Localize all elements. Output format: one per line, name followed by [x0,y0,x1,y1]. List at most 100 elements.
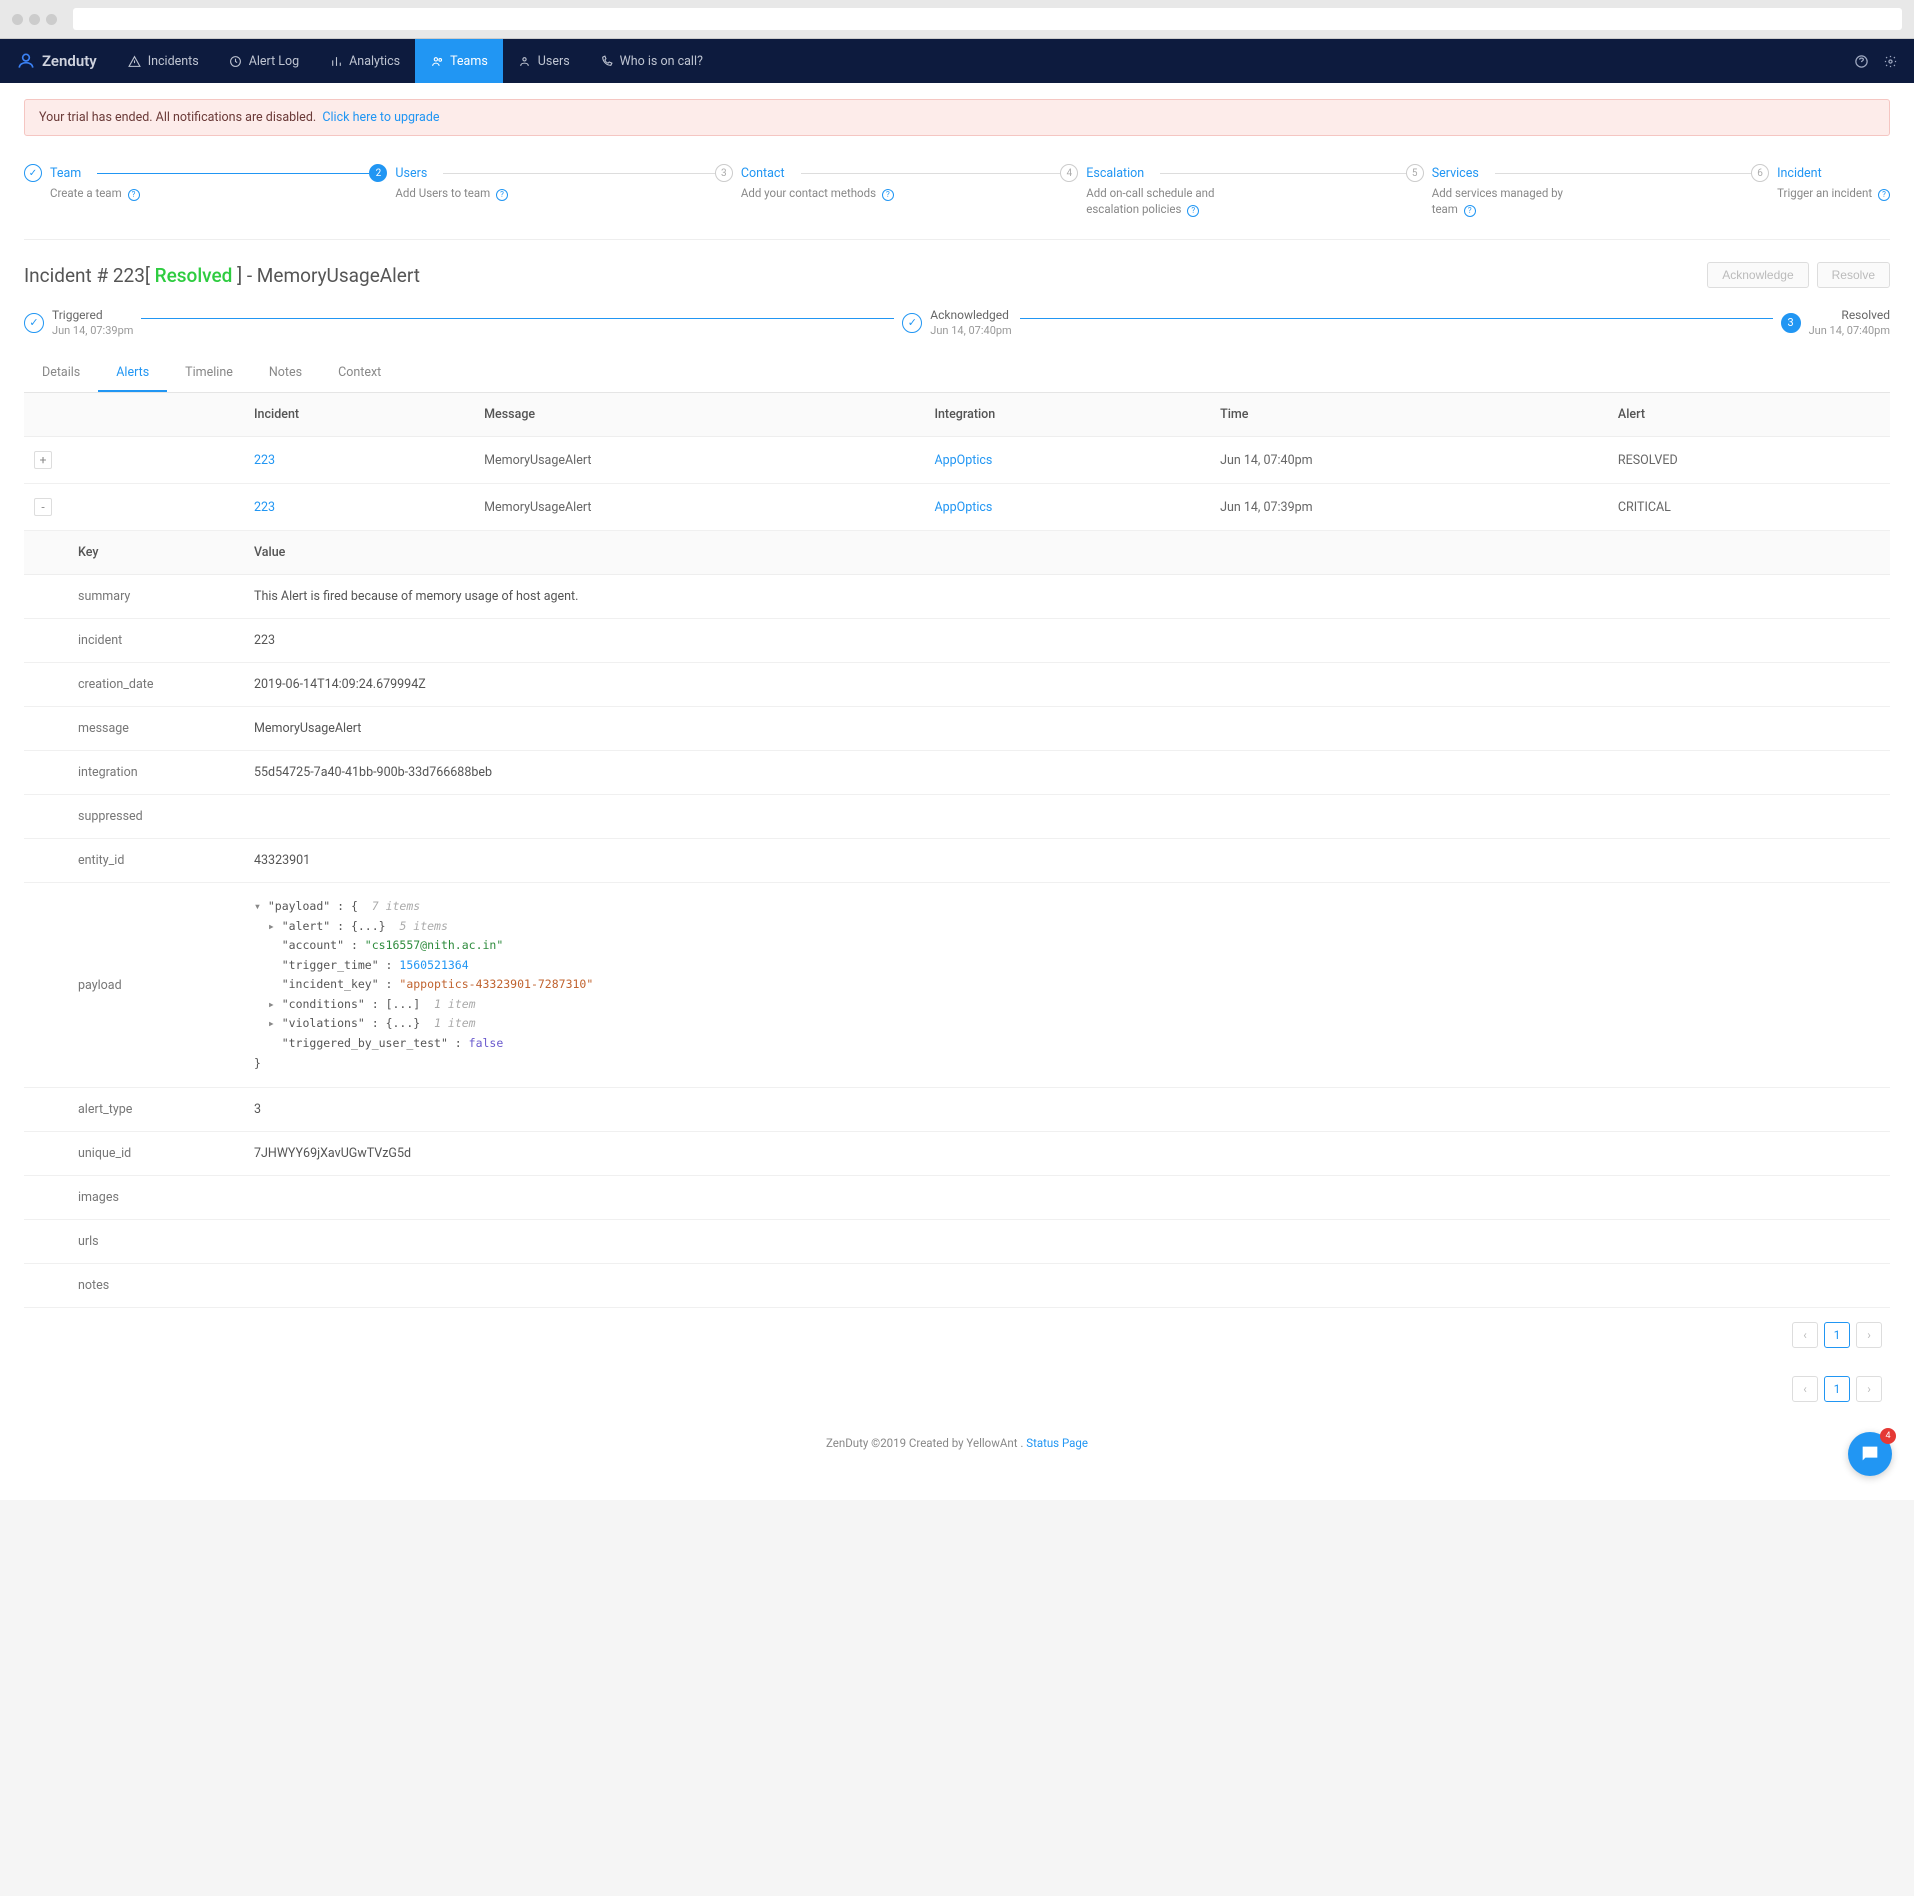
nav-incidents[interactable]: Incidents [113,39,214,83]
tab-context[interactable]: Context [320,355,399,392]
kv-row: images [24,1176,1890,1220]
tab-alerts[interactable]: Alerts [98,355,167,392]
nav-oncall[interactable]: Who is on call? [585,39,718,83]
tab-timeline[interactable]: Timeline [167,355,251,392]
kv-row: creation_date2019-06-14T14:09:24.679994Z [24,663,1890,707]
prev-page-button[interactable]: ‹ [1792,1376,1818,1402]
warning-icon [128,54,142,68]
onboard-incident[interactable]: 6Incident Trigger an incident ? [1751,164,1890,201]
help-icon[interactable]: ? [128,189,140,201]
users-icon [430,54,444,68]
clock-icon [229,54,243,68]
nav-analytics[interactable]: Analytics [314,39,415,83]
bar-chart-icon [329,54,343,68]
col-integration: Integration [924,393,1210,437]
kv-row: alert_type3 [24,1088,1890,1132]
chat-icon [1859,1443,1881,1465]
kv-row: integration55d54725-7a40-41bb-900b-33d76… [24,751,1890,795]
kv-row: messageMemoryUsageAlert [24,707,1890,751]
check-icon [24,164,42,182]
tab-notes[interactable]: Notes [251,355,320,392]
col-message: Message [474,393,924,437]
footer: ZenDuty ©2019 Created by YellowAnt . Sta… [24,1416,1890,1460]
step-number: 2 [369,164,387,182]
incident-link[interactable]: 223 [254,500,275,515]
step-number: 3 [715,164,733,182]
integration-link[interactable]: AppOptics [934,500,992,515]
help-icon[interactable]: ? [1878,189,1890,201]
check-icon [902,313,922,333]
settings-icon[interactable] [1883,54,1898,69]
col-incident: Incident [244,393,474,437]
kv-row: incident223 [24,619,1890,663]
onboard-services[interactable]: 5Services Add services managed by team ? [1406,164,1751,217]
incident-link[interactable]: 223 [254,453,275,468]
browser-chrome [0,0,1914,39]
kv-row: suppressed [24,795,1890,839]
help-icon[interactable]: ? [1464,205,1476,217]
step-number: 5 [1406,164,1424,182]
col-time: Time [1210,393,1608,437]
nav-right [1854,54,1898,69]
table-row: + 223 MemoryUsageAlert AppOptics Jun 14,… [24,437,1890,484]
help-icon[interactable]: ? [882,189,894,201]
onboarding-steps: Team Create a team ? 2Users Add Users to… [24,154,1890,240]
window-dot [46,14,57,25]
kv-payload-row: payload ▾ "payload" : { 7 items ▸ "alert… [24,883,1890,1088]
tabs: Details Alerts Timeline Notes Context [24,355,1890,393]
kv-row: urls [24,1220,1890,1264]
acknowledge-button[interactable]: Acknowledge [1707,262,1808,288]
detail-header-row: Key Value [24,531,1890,575]
status-page-link[interactable]: Status Page [1026,1436,1088,1450]
upgrade-link[interactable]: Click here to upgrade [322,110,439,125]
prev-page-button[interactable]: ‹ [1792,1322,1818,1348]
check-icon [24,313,44,333]
window-dot [12,14,23,25]
step-number: 3 [1781,313,1801,333]
help-icon[interactable] [1854,54,1869,69]
phone-icon [600,54,614,68]
trial-banner: Your trial has ended. All notifications … [24,99,1890,136]
alerts-table: Incident Message Integration Time Alert … [24,393,1890,1308]
expand-button[interactable]: + [34,451,52,469]
url-bar[interactable] [73,8,1902,30]
nav-teams[interactable]: Teams [415,39,503,83]
help-icon[interactable]: ? [1187,205,1199,217]
trial-text: Your trial has ended. All notifications … [39,110,316,125]
kv-row: notes [24,1264,1890,1308]
pagination-inner: ‹ 1 › [24,1308,1890,1362]
onboard-team[interactable]: Team Create a team ? [24,164,369,201]
user-icon [518,54,532,68]
chat-button[interactable]: 4 [1848,1432,1892,1476]
logo-icon [16,51,36,71]
nav-alert-log[interactable]: Alert Log [214,39,314,83]
incident-timeline: TriggeredJun 14, 07:39pm AcknowledgedJun… [24,308,1890,337]
chat-badge: 4 [1880,1428,1896,1444]
tab-details[interactable]: Details [24,355,98,392]
col-alert: Alert [1608,393,1890,437]
page-number[interactable]: 1 [1824,1322,1850,1348]
payload-json: ▾ "payload" : { 7 items ▸ "alert" : {...… [254,897,1880,1073]
top-nav: Zenduty Incidents Alert Log Analytics Te… [0,39,1914,83]
kv-row: unique_id7JHWYY69jXavUGwTVzG5d [24,1132,1890,1176]
pagination-outer: ‹ 1 › [24,1362,1890,1416]
page-number[interactable]: 1 [1824,1376,1850,1402]
integration-link[interactable]: AppOptics [934,453,992,468]
nav-items: Incidents Alert Log Analytics Teams User… [113,39,718,83]
nav-users[interactable]: Users [503,39,585,83]
onboard-users[interactable]: 2Users Add Users to team ? [369,164,714,201]
table-row: - 223 MemoryUsageAlert AppOptics Jun 14,… [24,484,1890,531]
collapse-button[interactable]: - [34,498,52,516]
resolve-button[interactable]: Resolve [1817,262,1890,288]
window-dot [29,14,40,25]
brand-logo[interactable]: Zenduty [16,51,97,71]
step-number: 4 [1060,164,1078,182]
step-number: 6 [1751,164,1769,182]
onboard-escalation[interactable]: 4Escalation Add on-call schedule and esc… [1060,164,1405,217]
kv-row: entity_id43323901 [24,839,1890,883]
next-page-button[interactable]: › [1856,1322,1882,1348]
help-icon[interactable]: ? [496,189,508,201]
brand-name: Zenduty [42,52,97,70]
next-page-button[interactable]: › [1856,1376,1882,1402]
onboard-contact[interactable]: 3Contact Add your contact methods ? [715,164,1060,201]
